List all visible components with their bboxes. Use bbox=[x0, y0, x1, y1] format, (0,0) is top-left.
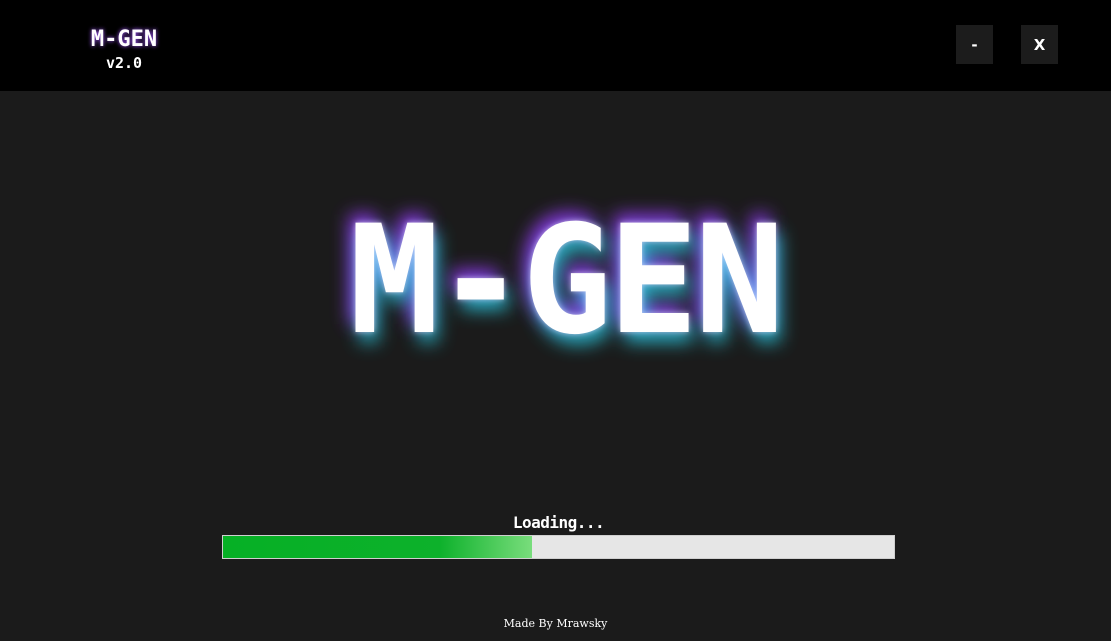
splash-logo: M-GEN M-GEN M-GEN M-GEN bbox=[343, 186, 789, 378]
progress-bar-fill bbox=[223, 536, 532, 558]
title-bar[interactable]: M-GEN M-GEN v2.0 - X bbox=[0, 0, 1111, 91]
close-button[interactable]: X bbox=[1021, 25, 1058, 64]
progress-bar bbox=[222, 535, 895, 559]
splash-logo-text: M-GEN bbox=[349, 194, 781, 368]
minimize-button[interactable]: - bbox=[956, 25, 993, 64]
app-window: M-GEN M-GEN v2.0 - X M-GEN M-GEN M-GEN M… bbox=[0, 0, 1111, 641]
app-logo: M-GEN M-GEN bbox=[91, 27, 157, 52]
app-logo-text: M-GEN bbox=[91, 27, 157, 52]
app-version: v2.0 bbox=[105, 54, 143, 72]
footer-credit: Made By Mrawsky bbox=[503, 617, 608, 630]
loading-label: Loading... bbox=[512, 513, 605, 532]
